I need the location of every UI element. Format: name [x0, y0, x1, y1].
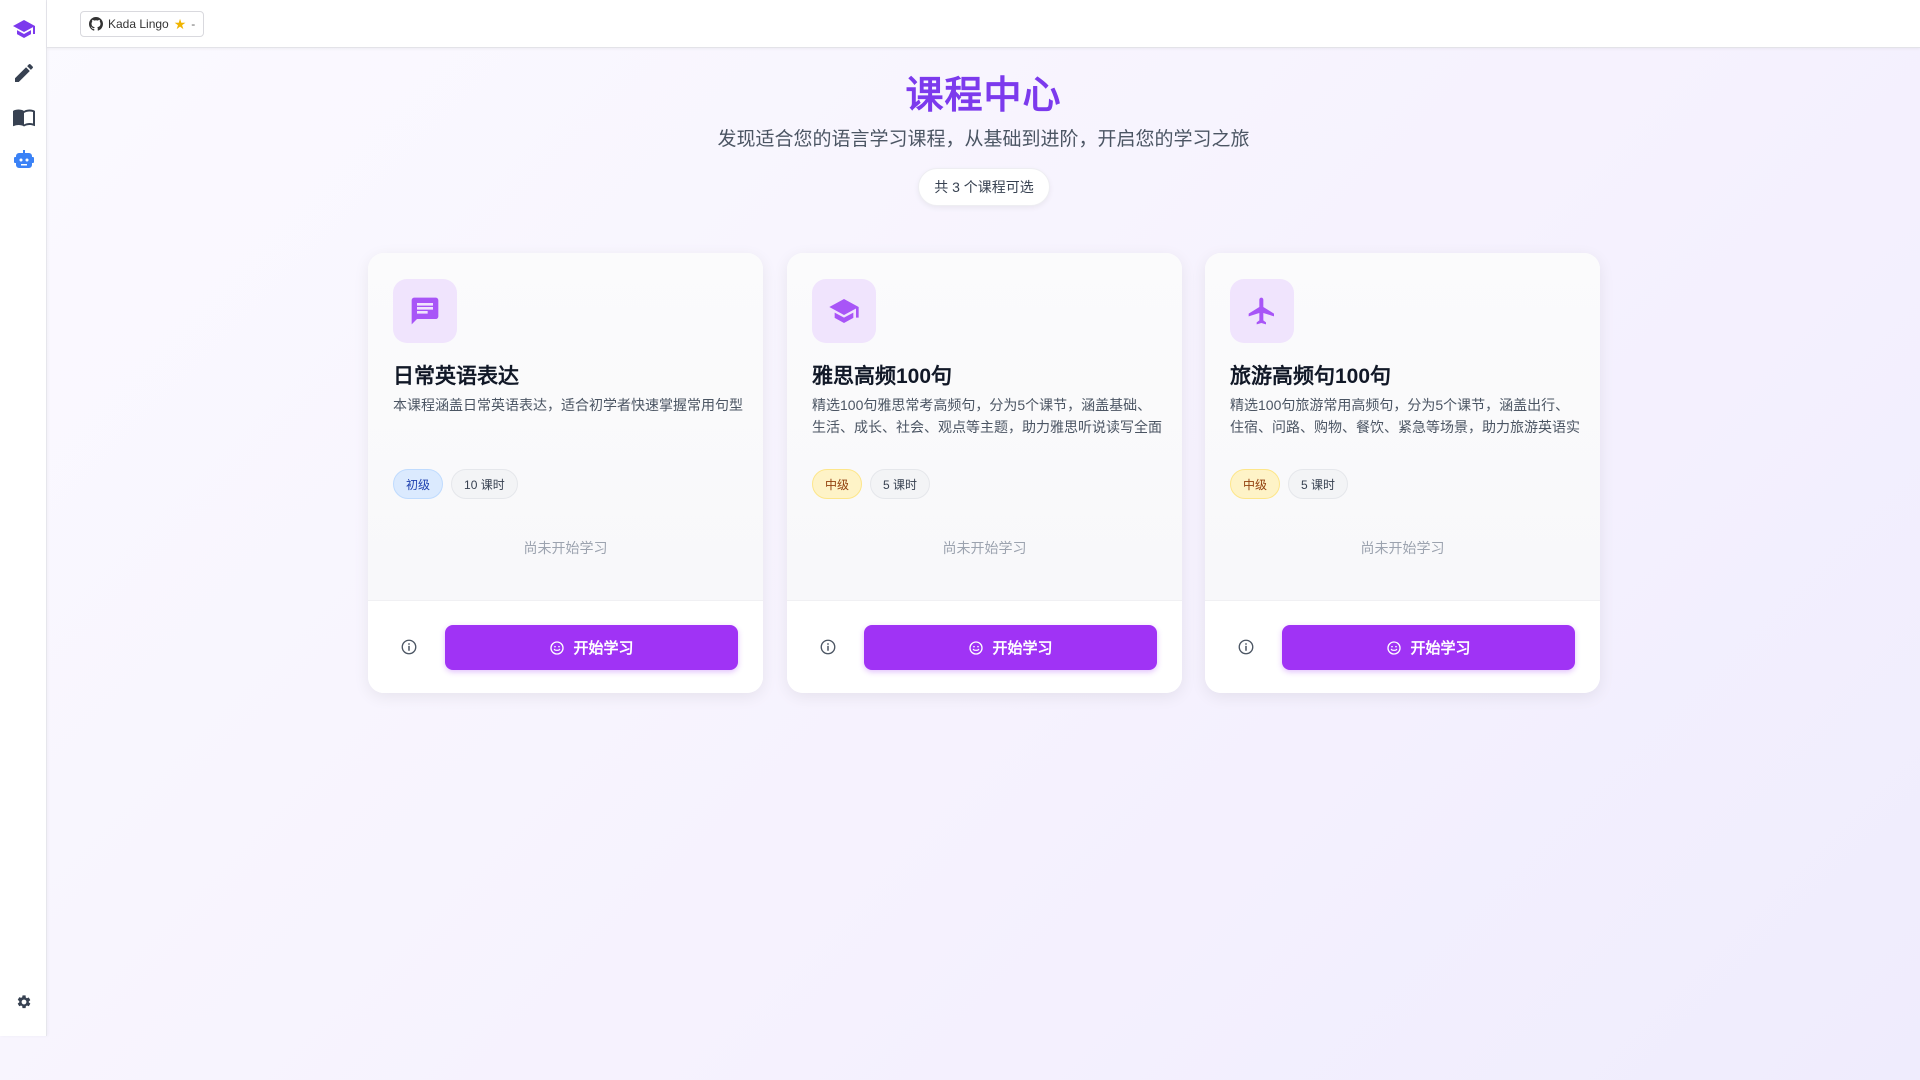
page-subtitle: 发现适合您的语言学习课程，从基础到进阶，开启您的学习之旅: [717, 129, 1250, 150]
lesson-count-badge: 10 课时: [451, 469, 518, 499]
lesson-count-badge: 5 课时: [870, 469, 931, 499]
github-icon: [89, 17, 103, 31]
start-learning-label: 开始学习: [1410, 640, 1471, 657]
start-learning-label: 开始学习: [992, 640, 1053, 657]
course-card: 日常英语表达 本课程涵盖日常英语表达，适合初学者快速掌握常用句型 初级 10 课…: [368, 253, 763, 693]
course-icon-box: [812, 279, 876, 343]
settings-button[interactable]: [0, 982, 47, 1022]
airplane-icon: [1248, 297, 1274, 325]
info-icon: [401, 639, 417, 655]
start-learning-label: 开始学习: [573, 640, 634, 657]
level-badge: 中级: [1230, 469, 1281, 499]
course-count-badge: 共 3 个课程可选: [918, 168, 1050, 206]
progress-status: 尚未开始学习: [942, 540, 1027, 556]
sidebar: [0, 0, 47, 1036]
smiley-icon: [1387, 640, 1402, 655]
course-description: 精选100句旅游常用高频句，分为5个课节，涵盖出行、住宿、问路、购物、餐饮、紧急…: [1230, 397, 1580, 435]
course-icon-box: [393, 279, 457, 343]
card-body: 日常英语表达 本课程涵盖日常英语表达，适合初学者快速掌握常用句型 初级 10 课…: [368, 253, 763, 600]
course-card: 旅游高频句100句 精选100句旅游常用高频句，分为5个课节，涵盖出行、住宿、问…: [1205, 253, 1600, 693]
robot-icon: [13, 150, 34, 168]
start-learning-button[interactable]: 开始学习: [864, 625, 1157, 670]
top-header: Kada Lingo ★ -: [47, 0, 1920, 48]
graduation-cap-icon: [829, 299, 859, 323]
level-badge: 中级: [812, 469, 863, 499]
page-title: 课程中心: [905, 75, 1062, 117]
course-icon-box: [1230, 279, 1294, 343]
smiley-icon: [969, 640, 984, 655]
course-card: 雅思高频100句 精选100句雅思常考高频句，分为5个课节，涵盖基础、生活、成长…: [787, 253, 1182, 693]
info-icon: [1238, 639, 1254, 655]
card-footer: 开始学习: [787, 600, 1182, 693]
course-title: 旅游高频句100句: [1230, 365, 1392, 388]
lesson-count-badge: 5 课时: [1288, 469, 1349, 499]
start-learning-button[interactable]: 开始学习: [445, 625, 738, 670]
info-icon: [820, 639, 836, 655]
card-body: 旅游高频句100句 精选100句旅游常用高频句，分为5个课节，涵盖出行、住宿、问…: [1205, 253, 1600, 600]
graduation-cap-icon: [12, 20, 35, 38]
course-description: 本课程涵盖日常英语表达，适合初学者快速掌握常用句型: [393, 397, 743, 413]
star-icon: ★: [173, 16, 187, 32]
card-footer: 开始学习: [368, 600, 763, 693]
chat-bubble-icon: [411, 297, 439, 325]
progress-status: 尚未开始学习: [523, 540, 608, 556]
gear-icon: [17, 995, 30, 1009]
sidebar-item-library[interactable]: [0, 97, 47, 137]
course-info-button[interactable]: [817, 636, 839, 658]
course-info-button[interactable]: [398, 636, 420, 658]
level-badge: 初级: [393, 469, 444, 499]
book-open-icon: [12, 109, 35, 127]
progress-status: 尚未开始学习: [1360, 540, 1445, 556]
course-info-button[interactable]: [1235, 636, 1257, 658]
sidebar-item-practice[interactable]: [0, 53, 47, 93]
star-count: -: [191, 17, 196, 31]
sidebar-item-courses[interactable]: [0, 9, 47, 49]
card-body: 雅思高频100句 精选100句雅思常考高频句，分为5个课节，涵盖基础、生活、成长…: [787, 253, 1182, 600]
start-learning-button[interactable]: 开始学习: [1282, 625, 1575, 670]
smiley-icon: [550, 640, 565, 655]
github-repo-badge[interactable]: Kada Lingo ★ -: [80, 11, 205, 37]
pencil-icon: [14, 63, 33, 82]
card-footer: 开始学习: [1205, 600, 1600, 693]
course-title: 日常英语表达: [393, 365, 519, 388]
repo-name: Kada Lingo: [108, 17, 169, 31]
course-title: 雅思高频100句: [812, 365, 953, 388]
course-description: 精选100句雅思常考高频句，分为5个课节，涵盖基础、生活、成长、社会、观点等主题…: [812, 397, 1162, 435]
sidebar-item-ai-assistant[interactable]: [0, 140, 47, 180]
